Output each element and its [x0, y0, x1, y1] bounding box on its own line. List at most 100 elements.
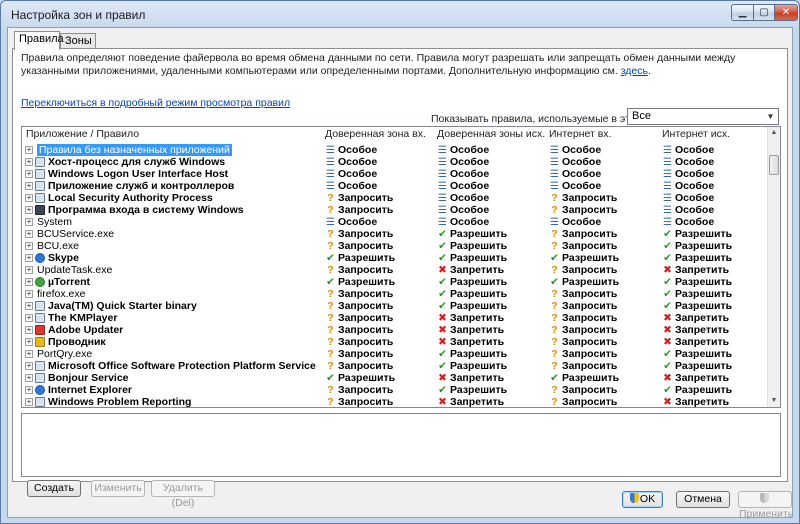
column-header-internet-out[interactable]: Интернет исх. — [662, 128, 730, 140]
tab-rules[interactable]: Правила — [14, 31, 64, 50]
cell-internet-in[interactable]: ? Запросить — [549, 288, 617, 300]
cell-internet-out[interactable]: ✔ Разрешить — [662, 384, 732, 396]
cell-internet-out[interactable]: ✔ Разрешить — [662, 348, 732, 360]
cell-trusted-in[interactable]: ? Запросить — [325, 324, 393, 336]
cell-internet-in[interactable]: ? Запросить — [549, 396, 617, 407]
table-row[interactable]: + Приложение служб и контроллеров ☰ Особое ☰… — [22, 180, 766, 192]
expand-icon[interactable]: + — [25, 266, 33, 274]
cell-trusted-out[interactable]: ✔ Разрешить — [437, 300, 507, 312]
table-row[interactable]: + UpdateTask.exe? Запросить ✖ Запретить? Запр… — [22, 264, 766, 276]
switch-detailed-view-link[interactable]: Переключиться в подробный режим просмотр… — [21, 97, 290, 109]
cell-internet-out[interactable]: ✖ Запретить — [662, 372, 729, 384]
cell-trusted-in[interactable]: ? Запросить — [325, 228, 393, 240]
table-row[interactable]: + System ☰ Особое ☰ Особое ☰ Особое ☰ Особое — [22, 216, 766, 228]
cell-internet-in[interactable]: ✔ Разрешить — [549, 252, 619, 264]
table-row[interactable]: + PortQry.exe? Запросить ✔ Разрешить? Запроси… — [22, 348, 766, 360]
cell-trusted-in[interactable]: ? Запросить — [325, 336, 393, 348]
column-header-trusted-out[interactable]: Доверенная зоны исх. — [437, 128, 545, 140]
expand-icon[interactable]: + — [25, 362, 33, 370]
cancel-button[interactable]: Отмена — [676, 491, 730, 508]
apply-button[interactable]: Применить — [738, 491, 793, 520]
cell-trusted-in[interactable]: ? Запросить — [325, 348, 393, 360]
cell-internet-out[interactable]: ✖ Запретить — [662, 312, 729, 324]
cell-internet-in[interactable]: ? Запросить — [549, 384, 617, 396]
cell-internet-out[interactable]: ✖ Запретить — [662, 396, 729, 407]
cell-trusted-in[interactable]: ? Запросить — [325, 204, 393, 216]
tab-zones[interactable]: Зоны — [60, 33, 96, 49]
cell-trusted-out[interactable]: ✔ Разрешить — [437, 360, 507, 372]
cell-internet-in[interactable]: ? Запросить — [549, 324, 617, 336]
expand-icon[interactable]: + — [25, 314, 33, 322]
expand-icon[interactable]: + — [25, 338, 33, 346]
cell-internet-in[interactable]: ? Запросить — [549, 336, 617, 348]
cell-internet-out[interactable]: ✔ Разрешить — [662, 240, 732, 252]
cell-internet-out[interactable]: ✔ Разрешить — [662, 360, 732, 372]
cell-trusted-out[interactable]: ✖ Запретить — [437, 264, 504, 276]
cell-trusted-in[interactable]: ? Запросить — [325, 384, 393, 396]
profile-filter-dropdown[interactable]: Все ▼ — [627, 108, 779, 125]
table-row[interactable]: + Windows Logon User Interface Host ☰ Особо… — [22, 168, 766, 180]
cell-internet-out[interactable]: ✔ Разрешить — [662, 288, 732, 300]
cell-trusted-out[interactable]: ✖ Запретить — [437, 324, 504, 336]
cell-trusted-out[interactable]: ✔ Разрешить — [437, 240, 507, 252]
expand-icon[interactable]: + — [25, 254, 33, 262]
scroll-down-icon[interactable]: ▼ — [768, 395, 780, 407]
table-row[interactable]: + firefox.exe? Запросить ✔ Разрешить? Запроси… — [22, 288, 766, 300]
expand-icon[interactable]: + — [25, 290, 33, 298]
cell-trusted-out[interactable]: ✔ Разрешить — [437, 276, 507, 288]
table-row[interactable]: + µTorrent ✔ Разрешить ✔ Разрешить ✔ Разрешить ✔… — [22, 276, 766, 288]
cell-trusted-in[interactable]: ? Запросить — [325, 192, 393, 204]
cell-trusted-in[interactable]: ? Запросить — [325, 288, 393, 300]
expand-icon[interactable]: + — [25, 374, 33, 382]
expand-icon[interactable]: + — [25, 182, 33, 190]
cell-internet-in[interactable]: ? Запросить — [549, 312, 617, 324]
cell-trusted-in[interactable]: ? Запросить — [325, 360, 393, 372]
minimize-button[interactable]: ▁ — [731, 4, 754, 21]
cell-internet-out[interactable]: ✖ Запретить — [662, 324, 729, 336]
table-row[interactable]: + Adobe Updater? Запросить ✖ Запретить? Запро… — [22, 324, 766, 336]
table-row[interactable]: + Internet Explorer? Запросить ✔ Разрешить? З… — [22, 384, 766, 396]
cell-internet-in[interactable]: ? Запросить — [549, 192, 617, 204]
column-header-application[interactable]: Приложение / Правило — [26, 128, 139, 140]
cell-trusted-in[interactable]: ? Запросить — [325, 264, 393, 276]
cell-internet-in[interactable]: ✔ Разрешить — [549, 276, 619, 288]
cell-trusted-out[interactable]: ✔ Разрешить — [437, 228, 507, 240]
scrollbar-thumb[interactable] — [769, 155, 779, 175]
scroll-up-icon[interactable]: ▲ — [768, 127, 780, 139]
table-row[interactable]: + BCUService.exe? Запросить ✔ Разрешить? Запр… — [22, 228, 766, 240]
cell-trusted-in[interactable]: ? Запросить — [325, 300, 393, 312]
table-row[interactable]: + Проводник? Запросить ✖ Запретить? Запросить… — [22, 336, 766, 348]
help-link[interactable]: здесь — [621, 65, 648, 77]
expand-icon[interactable]: + — [25, 398, 33, 406]
expand-icon[interactable]: + — [25, 146, 33, 154]
table-row[interactable]: + Правила без назначенных приложений ☰ Особ… — [22, 144, 766, 156]
cell-internet-in[interactable]: ? Запросить — [549, 204, 617, 216]
ok-button[interactable]: OK — [622, 491, 663, 508]
cell-trusted-in[interactable]: ? Запросить — [325, 240, 393, 252]
cell-trusted-out[interactable]: ✔ Разрешить — [437, 288, 507, 300]
cell-trusted-in[interactable]: ✔ Разрешить — [325, 372, 395, 384]
cell-internet-in[interactable]: ✔ Разрешить — [549, 372, 619, 384]
cell-trusted-out[interactable]: ✖ Запретить — [437, 312, 504, 324]
expand-icon[interactable]: + — [25, 206, 33, 214]
cell-trusted-out[interactable]: ✔ Разрешить — [437, 348, 507, 360]
expand-icon[interactable]: + — [25, 242, 33, 250]
cell-trusted-out[interactable]: ✖ Запретить — [437, 396, 504, 407]
cell-internet-out[interactable]: ✔ Разрешить — [662, 300, 732, 312]
vertical-scrollbar[interactable]: ▲ ▼ — [767, 127, 780, 407]
cell-internet-in[interactable]: ? Запросить — [549, 360, 617, 372]
table-row[interactable]: + Java(TM) Quick Starter binary? Запросить… — [22, 300, 766, 312]
cell-internet-out[interactable]: ✔ Разрешить — [662, 276, 732, 288]
cell-trusted-in[interactable]: ? Запросить — [325, 396, 393, 407]
cell-internet-out[interactable]: ✖ Запретить — [662, 264, 729, 276]
table-row[interactable]: + BCU.exe? Запросить ✔ Разрешить? Запросить ✔ Р… — [22, 240, 766, 252]
table-row[interactable]: + Microsoft Office Software Protection Pl… — [22, 360, 766, 372]
expand-icon[interactable]: + — [25, 158, 33, 166]
table-row[interactable]: + The KMPlayer? Запросить ✖ Запретить? Запрос… — [22, 312, 766, 324]
expand-icon[interactable]: + — [25, 350, 33, 358]
expand-icon[interactable]: + — [25, 230, 33, 238]
expand-icon[interactable]: + — [25, 278, 33, 286]
cell-internet-out[interactable]: ✔ Разрешить — [662, 228, 732, 240]
table-row[interactable]: + Local Security Authority Process? Запрос… — [22, 192, 766, 204]
table-row[interactable]: + Windows Problem Reporting? Запросить ✖ Зап… — [22, 396, 766, 407]
